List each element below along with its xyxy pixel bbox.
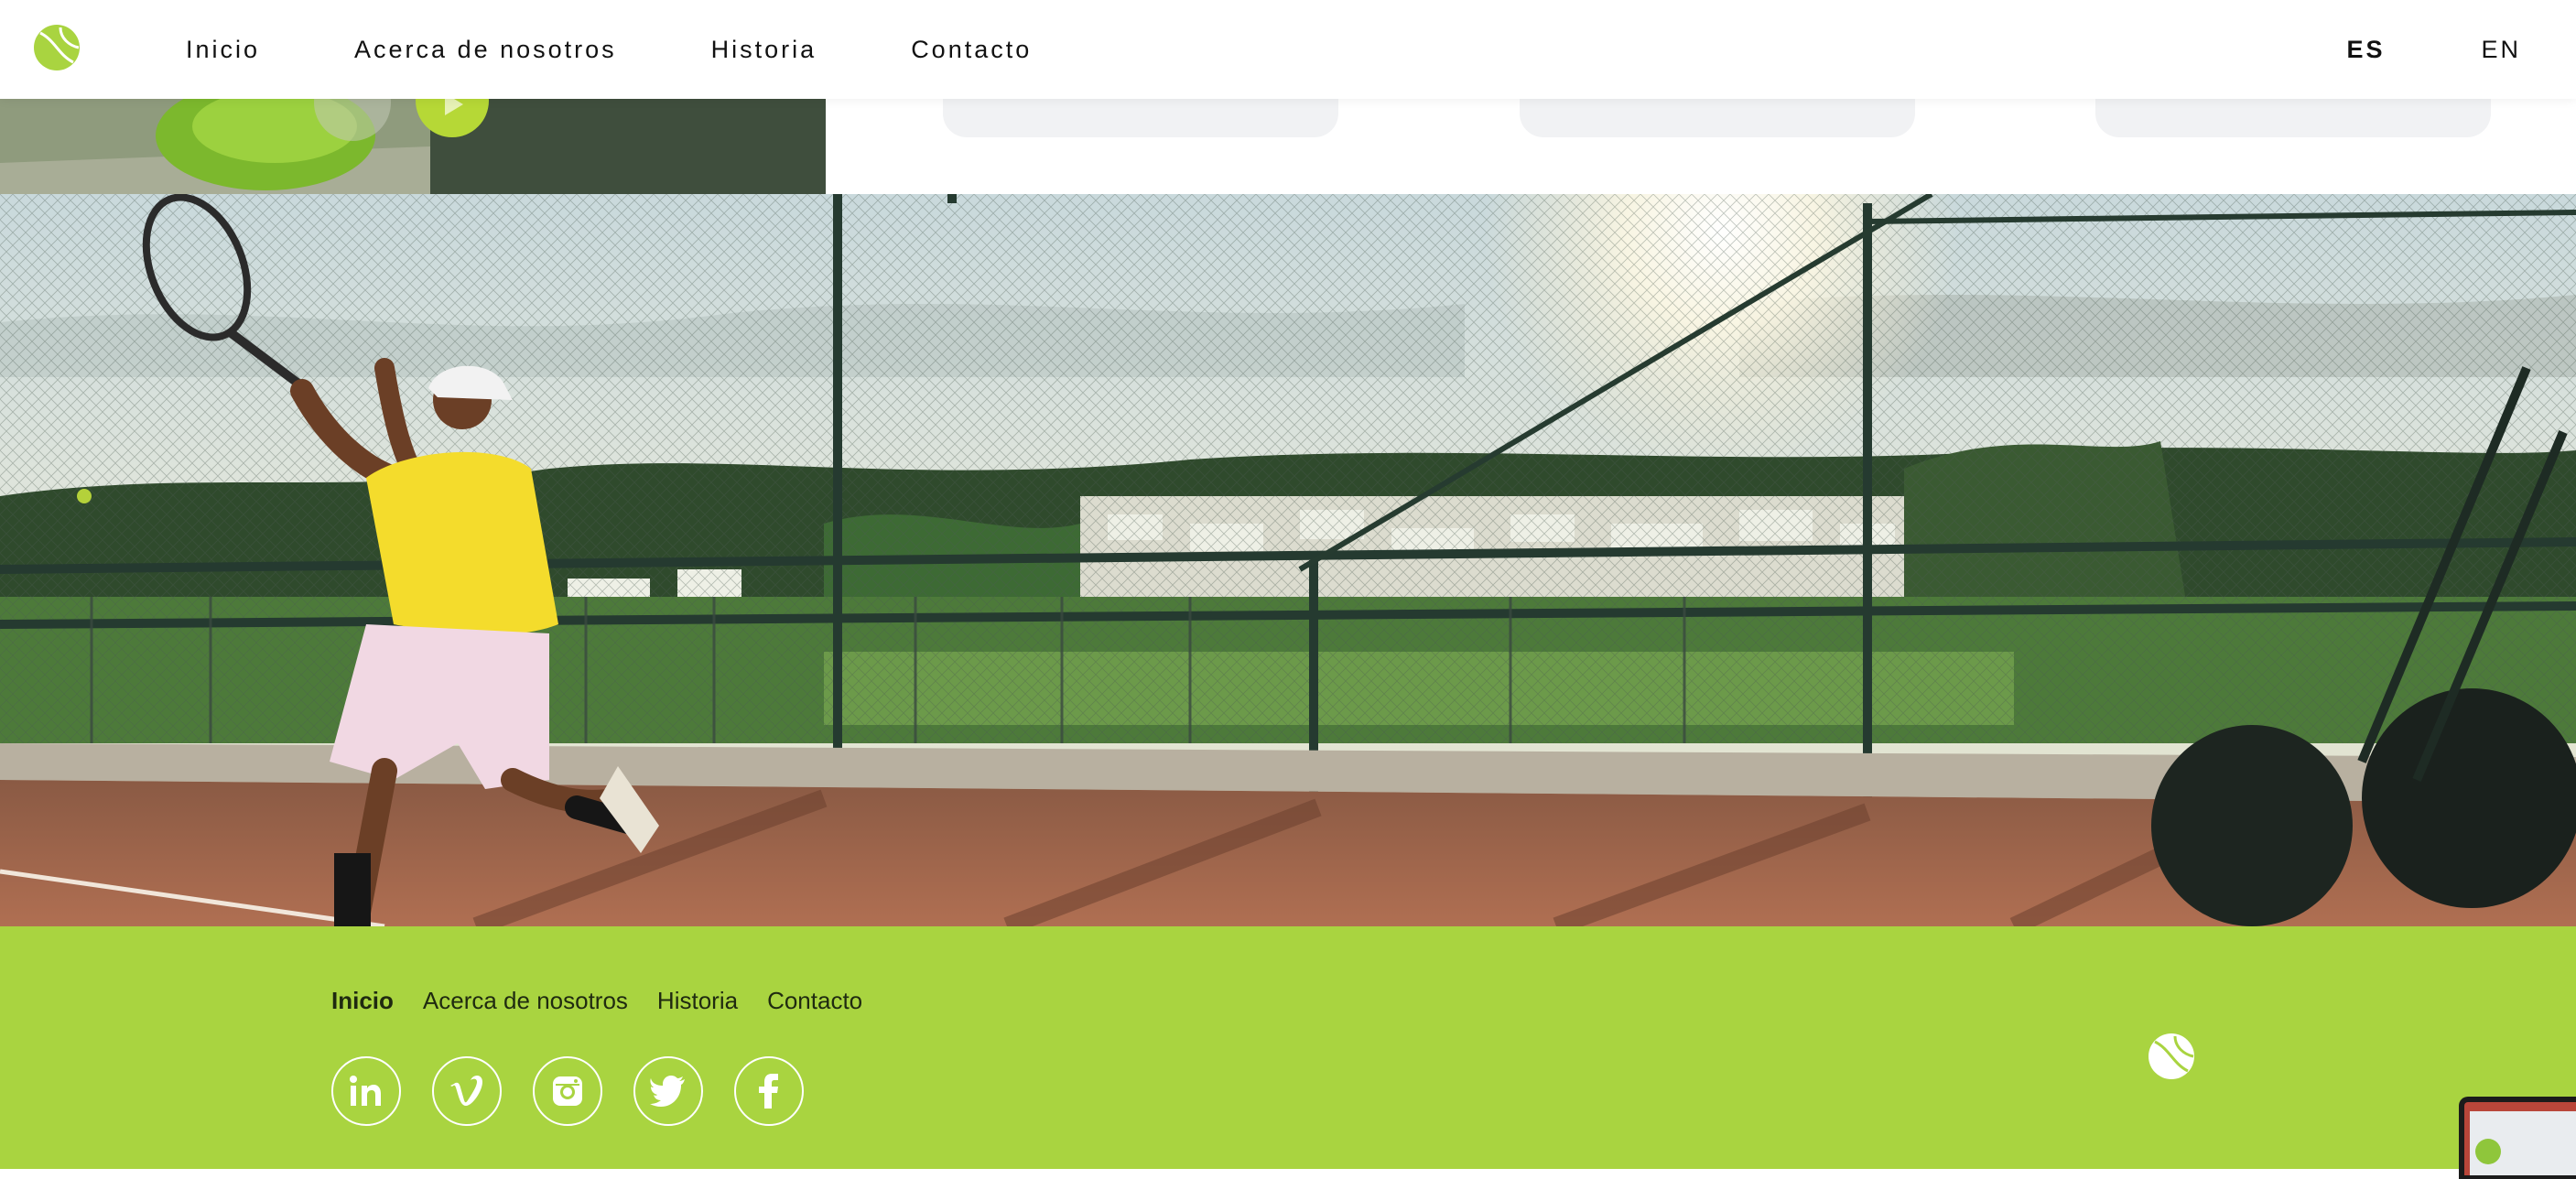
footer-link-inicio[interactable]: Inicio: [331, 987, 394, 1015]
twitter-icon[interactable]: [633, 1056, 703, 1126]
card-bottom-3: [2095, 99, 2491, 137]
footer-link-acerca-de-nosotros[interactable]: Acerca de nosotros: [423, 987, 628, 1015]
site-footer: Inicio Acerca de nosotros Historia Conta…: [0, 926, 2576, 1169]
main-nav: Inicio Acerca de nosotros Historia Conta…: [186, 0, 1126, 99]
facebook-icon[interactable]: [734, 1056, 804, 1126]
tennis-player-hero-image: [0, 194, 2576, 926]
footer-nav: Inicio Acerca de nosotros Historia Conta…: [331, 987, 892, 1015]
nav-historia[interactable]: Historia: [711, 36, 817, 64]
play-video-button[interactable]: [414, 99, 491, 139]
tennis-ball-photo: [0, 99, 826, 194]
linkedin-icon[interactable]: [331, 1056, 401, 1126]
nav-contacto[interactable]: Contacto: [911, 36, 1032, 64]
vimeo-icon[interactable]: [432, 1056, 502, 1126]
instagram-icon[interactable]: [533, 1056, 602, 1126]
laptop-screen: [2464, 1102, 2576, 1175]
laptop-tennis-ball: [2475, 1139, 2501, 1164]
tennis-ball-footer-icon: [2148, 1033, 2194, 1079]
nav-inicio[interactable]: Inicio: [186, 36, 260, 64]
language-switcher: ES EN: [2250, 0, 2521, 99]
language-en[interactable]: EN: [2481, 36, 2521, 64]
language-es[interactable]: ES: [2346, 36, 2385, 64]
card-bottom-2: [1520, 99, 1915, 137]
footer-link-contacto[interactable]: Contacto: [767, 987, 862, 1015]
tennis-ball-logo-icon[interactable]: [33, 24, 81, 71]
footer-link-historia[interactable]: Historia: [657, 987, 738, 1015]
top-section-strip: [0, 99, 2576, 194]
site-header: Inicio Acerca de nosotros Historia Conta…: [0, 0, 2576, 99]
card-bottom-1: [943, 99, 1338, 137]
nav-acerca-de-nosotros[interactable]: Acerca de nosotros: [354, 36, 617, 64]
laptop-preview-image: [2459, 1097, 2576, 1179]
social-links: [331, 1056, 835, 1126]
